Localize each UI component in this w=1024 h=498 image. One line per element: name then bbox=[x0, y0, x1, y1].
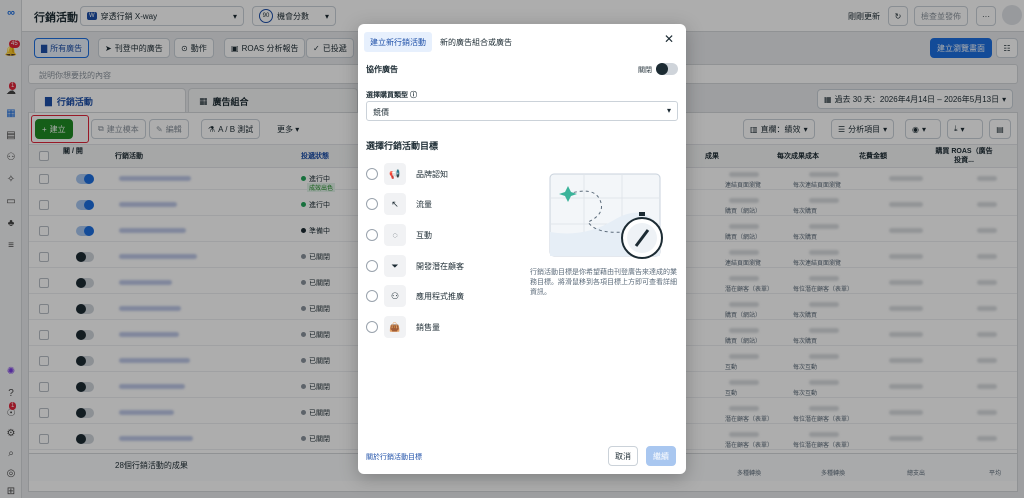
cursor-icon: ↖ bbox=[384, 193, 406, 215]
buy-type-label: 選擇購買類型 ⓘ bbox=[366, 90, 417, 100]
objective-label: 開發潛在顧客 bbox=[416, 261, 464, 271]
tab-existing-campaign[interactable]: 新的廣告組合或廣告 bbox=[434, 32, 518, 52]
objective-leads[interactable]: ⏷ 開發潛在顧客 bbox=[366, 253, 516, 279]
create-campaign-dialog: 建立新行銷活動 新的廣告組合或廣告 ✕ 協作廣告 關閉 選擇購買類型 ⓘ 競價 … bbox=[358, 24, 686, 474]
objective-traffic[interactable]: ↖ 流量 bbox=[366, 191, 516, 217]
info-icon: ⓘ bbox=[409, 92, 417, 99]
objective-title: 選擇行銷活動目標 bbox=[366, 141, 439, 151]
continue-button[interactable]: 繼續 bbox=[646, 446, 676, 466]
chat-icon: ◌ bbox=[384, 224, 406, 246]
radio[interactable] bbox=[366, 229, 378, 241]
bag-icon: 👜 bbox=[384, 316, 406, 338]
objective-label: 品牌認知 bbox=[416, 169, 448, 179]
objective-awareness[interactable]: 📢 品牌認知 bbox=[366, 161, 516, 187]
cancel-button[interactable]: 取消 bbox=[608, 446, 638, 466]
radio[interactable] bbox=[366, 260, 378, 272]
map-illustration bbox=[549, 173, 663, 259]
collab-state: 關閉 bbox=[638, 67, 652, 74]
buy-type-text: 選擇購買類型 bbox=[366, 92, 408, 99]
collab-label: 協作廣告 bbox=[366, 65, 398, 74]
radio[interactable] bbox=[366, 290, 378, 302]
buy-type-select[interactable]: 競價 ▾ bbox=[366, 101, 678, 121]
objective-label: 應用程式推廣 bbox=[416, 291, 464, 301]
objective-engagement[interactable]: ◌ 互動 bbox=[366, 222, 516, 248]
radio[interactable] bbox=[366, 168, 378, 180]
radio[interactable] bbox=[366, 321, 378, 333]
caret-down-icon: ▾ bbox=[666, 106, 671, 115]
objective-description: 行銷活動目標是你希望藉由刊登廣告來達成的業務目標。將滑鼠移到各項目標上方即可查看… bbox=[530, 269, 677, 296]
megaphone-icon: 📢 bbox=[384, 163, 406, 185]
close-icon[interactable]: ✕ bbox=[664, 32, 674, 46]
objective-sales[interactable]: 👜 銷售量 bbox=[366, 314, 516, 340]
about-objectives-link[interactable]: 關於行銷活動目標 bbox=[366, 452, 422, 462]
objective-label: 銷售量 bbox=[416, 322, 440, 332]
objective-app-promotion[interactable]: ⚇ 應用程式推廣 bbox=[366, 283, 516, 309]
toggle-knob bbox=[656, 63, 668, 75]
objective-label: 流量 bbox=[416, 199, 432, 209]
funnel-icon: ⏷ bbox=[384, 255, 406, 277]
radio[interactable] bbox=[366, 198, 378, 210]
objective-label: 互動 bbox=[416, 230, 432, 240]
tab-new-campaign[interactable]: 建立新行銷活動 bbox=[364, 32, 432, 52]
people-icon: ⚇ bbox=[384, 285, 406, 307]
buy-type-value: 競價 bbox=[373, 108, 389, 117]
collab-toggle[interactable] bbox=[656, 63, 678, 75]
